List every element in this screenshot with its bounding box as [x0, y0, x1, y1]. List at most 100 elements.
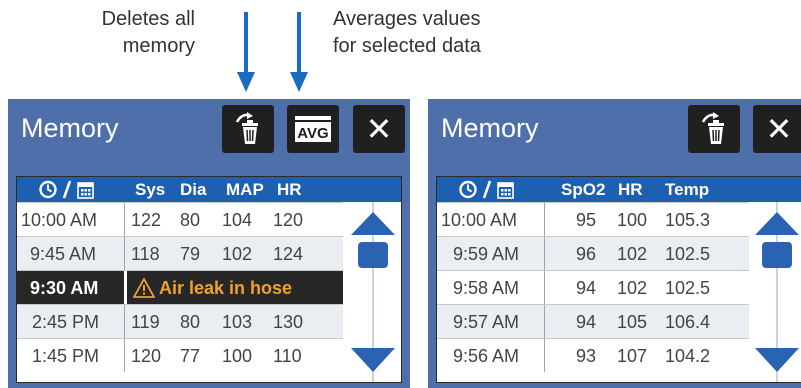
- row-value: 95: [576, 210, 597, 230]
- row-time: 9:58 AM: [453, 278, 520, 298]
- row-value: 102: [222, 244, 253, 264]
- column-header-hr: HR: [618, 180, 643, 199]
- alert-message-cell: Air leak in hose: [127, 271, 343, 305]
- column-separator: [124, 237, 125, 270]
- scroll-up-icon: [755, 212, 799, 235]
- row-value: 130: [273, 312, 304, 332]
- arrow-down-icon: [290, 12, 308, 92]
- alert-message: Air leak in hose: [159, 278, 293, 298]
- row-value: 94: [576, 312, 597, 332]
- table-row[interactable]: 10:00 AM 122 80 104 120: [17, 202, 343, 236]
- scroll-down-icon: [351, 348, 395, 372]
- row-time: 9:56 AM: [453, 346, 520, 366]
- row-value: 106.4: [665, 312, 711, 332]
- scroll-up-icon: [351, 212, 395, 235]
- scrollbar-graphic: [351, 202, 395, 382]
- column-separator: [544, 203, 545, 236]
- average-button[interactable]: AVG: [287, 105, 339, 153]
- average-annotation-line1: Averages values: [333, 8, 481, 30]
- table-row[interactable]: 9:58 AM 94 102 102.5: [437, 270, 749, 304]
- row-value: 79: [180, 244, 201, 264]
- column-separator: [124, 339, 125, 372]
- row-value: 124: [273, 244, 304, 264]
- memory-screen-bp: Memory AVG ✕ Sys Dia MAP HR 10:00 AM 122…: [8, 99, 410, 388]
- row-value: 104.2: [665, 346, 711, 366]
- average-button-label: AVG: [297, 125, 328, 142]
- delete-memory-button[interactable]: [688, 105, 740, 153]
- row-time: 9:45 AM: [30, 244, 97, 264]
- column-separator: [544, 237, 545, 270]
- row-value: 120: [131, 346, 162, 366]
- delete-memory-button[interactable]: [222, 105, 274, 153]
- clock-date-icon: [459, 180, 514, 199]
- table-row[interactable]: 1:45 PM 120 77 100 110: [17, 338, 343, 372]
- row-value: 80: [180, 312, 201, 332]
- row-value: 102.5: [665, 278, 711, 298]
- row-value: 80: [180, 210, 201, 230]
- row-value: 103: [222, 312, 253, 332]
- row-value: 102: [617, 278, 648, 298]
- table-row[interactable]: 9:56 AM 93 107 104.2: [437, 338, 749, 372]
- average-annotation-line2: for selected data: [333, 35, 481, 57]
- scroll-thumb: [358, 242, 388, 268]
- spo2-memory-table: SpO2 HR Temp 10:00 AM 95 100 105.3 9:59 …: [436, 176, 801, 383]
- row-value: 94: [576, 278, 597, 298]
- row-value: 102.5: [665, 244, 711, 264]
- average-icon: AVG: [295, 116, 331, 142]
- column-separator: [124, 203, 125, 236]
- table-row[interactable]: 9:59 AM 96 102 102.5: [437, 236, 749, 270]
- row-value: 93: [576, 346, 597, 366]
- row-value: 120: [273, 210, 304, 230]
- trash-recycle-icon: [235, 112, 258, 144]
- table-row[interactable]: 10:00 AM 95 100 105.3: [437, 202, 749, 236]
- scroll-down-icon: [755, 348, 799, 372]
- screen-title: Memory: [21, 113, 119, 143]
- memory-screen-spo2: Memory ✕ SpO2 HR Temp 10:00 AM 95 100 10…: [428, 99, 801, 388]
- row-time: 9:57 AM: [453, 312, 520, 332]
- row-value: 122: [131, 210, 162, 230]
- column-header-sys: Sys: [135, 180, 166, 199]
- row-value: 100: [222, 346, 253, 366]
- close-button[interactable]: ✕: [753, 105, 801, 153]
- row-value: 77: [180, 346, 201, 366]
- row-value: 107: [617, 346, 648, 366]
- table-row-alert[interactable]: 9:30 AM Air leak in hose: [17, 270, 343, 305]
- row-time: 9:30 AM: [30, 278, 99, 298]
- screen-title: Memory: [441, 113, 539, 143]
- close-icon: ✕: [365, 111, 393, 147]
- alert-time-cell: 9:30 AM: [17, 271, 124, 305]
- row-value: 104: [222, 210, 253, 230]
- column-header-dia: Dia: [180, 180, 207, 199]
- close-button[interactable]: ✕: [353, 105, 405, 153]
- row-value: 102: [617, 244, 648, 264]
- row-value: 105: [617, 312, 648, 332]
- warning-icon: [133, 278, 155, 298]
- row-value: 119: [131, 312, 160, 332]
- table-row[interactable]: 9:57 AM 94 105 106.4: [437, 304, 749, 338]
- row-time: 9:59 AM: [453, 244, 520, 264]
- delete-annotation-line2: memory: [122, 35, 195, 57]
- table-header: Sys Dia MAP HR: [17, 177, 401, 202]
- column-header-spo2: SpO2: [561, 180, 606, 199]
- column-header-map: MAP: [226, 180, 264, 199]
- table-row[interactable]: 9:45 AM 118 79 102 124: [17, 236, 343, 270]
- delete-annotation-line1: Deletes all: [101, 8, 195, 30]
- column-header-temp: Temp: [665, 180, 710, 199]
- row-value: 105.3: [665, 210, 711, 230]
- row-value: 110: [273, 346, 302, 366]
- table-header: SpO2 HR Temp: [437, 177, 801, 202]
- column-header-hr: HR: [277, 180, 302, 199]
- trash-recycle-icon: [701, 112, 724, 144]
- row-time: 10:00 AM: [441, 210, 518, 230]
- table-row[interactable]: 2:45 PM 119 80 103 130: [17, 304, 343, 338]
- scrollbar[interactable]: [345, 202, 401, 382]
- arrow-down-icon: [237, 12, 255, 92]
- scrollbar[interactable]: [751, 202, 801, 382]
- scrollbar-graphic: [755, 202, 799, 382]
- column-separator: [544, 305, 545, 338]
- column-separator: [544, 271, 545, 304]
- clock-date-icon: [39, 180, 94, 199]
- close-icon: ✕: [765, 111, 793, 147]
- row-value: 96: [576, 244, 597, 264]
- bp-memory-table: Sys Dia MAP HR 10:00 AM 122 80 104 120 9…: [16, 176, 402, 383]
